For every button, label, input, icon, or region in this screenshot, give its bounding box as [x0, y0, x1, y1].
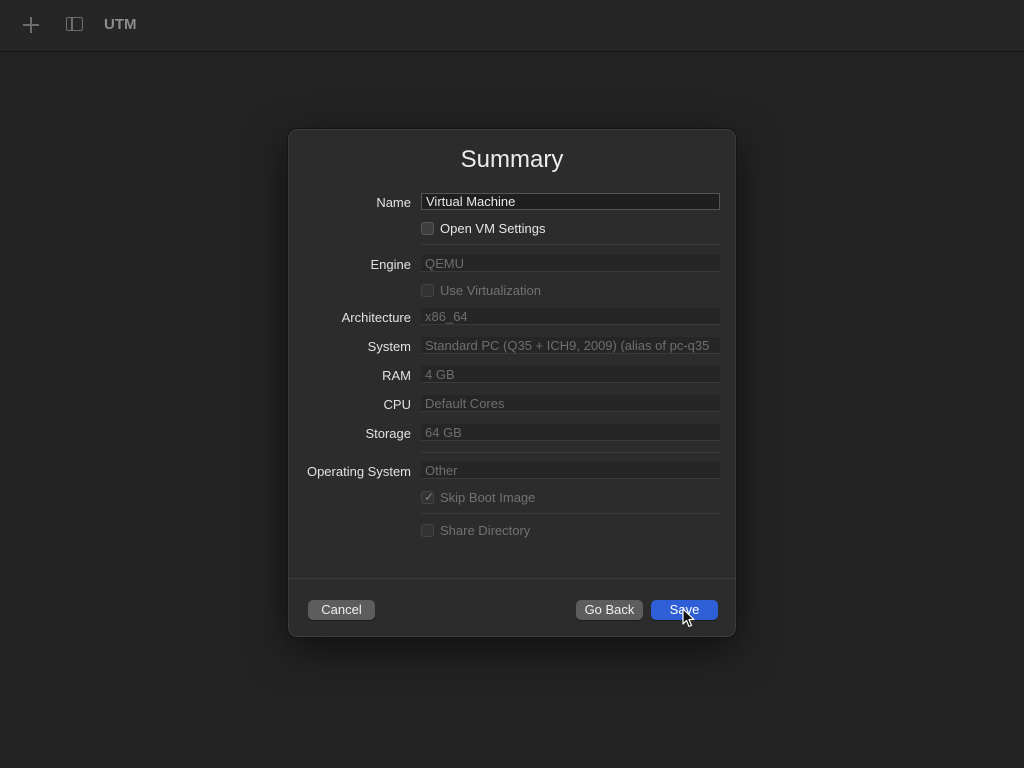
toolbar: UTM	[0, 0, 1024, 52]
cpu-field: Default Cores	[421, 395, 720, 412]
operating-system-field: Other	[421, 462, 720, 479]
cancel-button[interactable]: Cancel	[308, 600, 375, 620]
name-label: Name	[376, 195, 411, 210]
checkbox-icon[interactable]	[421, 222, 434, 235]
system-field: Standard PC (Q35 + ICH9, 2009) (alias of…	[421, 337, 720, 354]
name-field[interactable]: Virtual Machine	[421, 193, 720, 210]
engine-label: Engine	[370, 257, 411, 272]
plus-icon[interactable]	[22, 16, 40, 34]
architecture-label: Architecture	[341, 310, 411, 325]
checkbox-icon	[421, 524, 434, 537]
separator	[421, 452, 720, 453]
dialog-title: Summary	[460, 146, 564, 173]
go-back-button[interactable]: Go Back	[576, 600, 643, 620]
checkmark-icon: ✓	[424, 490, 435, 504]
architecture-field: x86_64	[421, 308, 720, 325]
summary-dialog: Summary Name Virtual Machine Open VM Set…	[287, 128, 737, 638]
open-vm-settings-label: Open VM Settings	[440, 221, 546, 236]
skip-boot-image-label: Skip Boot Image	[440, 490, 536, 505]
separator	[421, 513, 720, 514]
storage-field: 64 GB	[421, 424, 720, 441]
engine-field: QEMU	[421, 255, 720, 272]
system-label: System	[367, 339, 411, 354]
ram-label: RAM	[382, 368, 411, 383]
use-virtualization-label: Use Virtualization	[440, 283, 541, 298]
ram-field: 4 GB	[421, 366, 720, 383]
separator	[421, 244, 720, 245]
share-directory-label: Share Directory	[440, 523, 531, 538]
mouse-cursor-icon	[682, 608, 695, 628]
app-title: UTM	[104, 16, 137, 33]
checkbox-icon	[421, 284, 434, 297]
cpu-label: CPU	[383, 397, 411, 412]
footer-separator	[288, 578, 736, 579]
sidebar-toggle-icon[interactable]	[66, 17, 83, 31]
storage-label: Storage	[365, 426, 411, 441]
operating-system-label: Operating System	[306, 464, 411, 479]
checkbox-icon: ✓	[421, 490, 435, 504]
